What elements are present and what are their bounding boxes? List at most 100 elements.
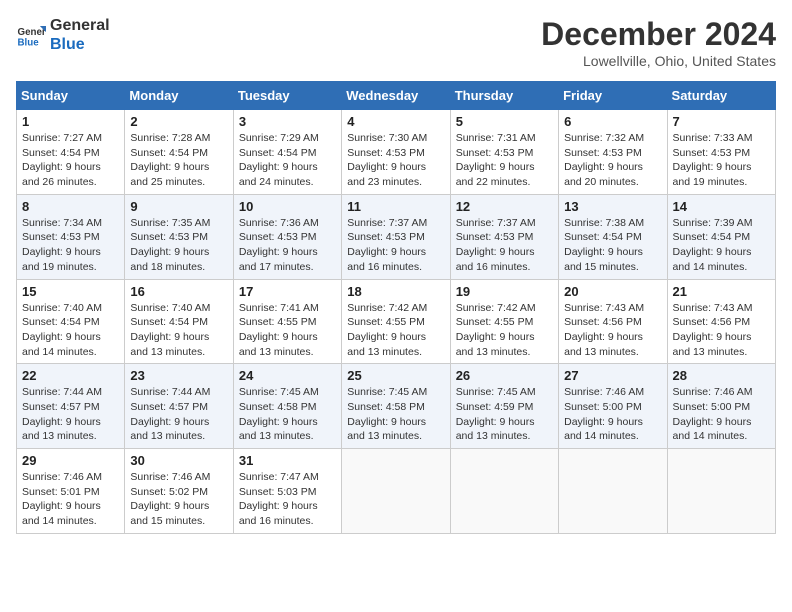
- daylight-label: Daylight: 9 hours and 16 minutes.: [456, 246, 535, 273]
- day-info: Sunrise: 7:47 AM Sunset: 5:03 PM Dayligh…: [239, 470, 336, 529]
- daylight-label: Daylight: 9 hours and 25 minutes.: [130, 161, 209, 188]
- sunrise-label: Sunrise: 7:47 AM: [239, 471, 319, 483]
- day-info: Sunrise: 7:42 AM Sunset: 4:55 PM Dayligh…: [456, 301, 553, 360]
- calendar-header-friday: Friday: [559, 82, 667, 110]
- sunrise-label: Sunrise: 7:44 AM: [130, 386, 210, 398]
- daylight-label: Daylight: 9 hours and 23 minutes.: [347, 161, 426, 188]
- calendar-header-monday: Monday: [125, 82, 233, 110]
- day-info: Sunrise: 7:29 AM Sunset: 4:54 PM Dayligh…: [239, 131, 336, 190]
- location-text: Lowellville, Ohio, United States: [541, 53, 776, 69]
- sunrise-label: Sunrise: 7:39 AM: [673, 217, 753, 229]
- page-header: General Blue General Blue December 2024 …: [16, 16, 776, 69]
- calendar-day-cell: 18 Sunrise: 7:42 AM Sunset: 4:55 PM Dayl…: [342, 279, 450, 364]
- day-info: Sunrise: 7:45 AM Sunset: 4:59 PM Dayligh…: [456, 385, 553, 444]
- calendar-week-row: 1 Sunrise: 7:27 AM Sunset: 4:54 PM Dayli…: [17, 110, 776, 195]
- day-info: Sunrise: 7:37 AM Sunset: 4:53 PM Dayligh…: [456, 216, 553, 275]
- sunrise-label: Sunrise: 7:37 AM: [347, 217, 427, 229]
- calendar-day-cell: 20 Sunrise: 7:43 AM Sunset: 4:56 PM Dayl…: [559, 279, 667, 364]
- day-info: Sunrise: 7:44 AM Sunset: 4:57 PM Dayligh…: [130, 385, 227, 444]
- logo-general-text: General: [50, 16, 110, 35]
- day-info: Sunrise: 7:35 AM Sunset: 4:53 PM Dayligh…: [130, 216, 227, 275]
- day-info: Sunrise: 7:46 AM Sunset: 5:00 PM Dayligh…: [673, 385, 770, 444]
- svg-text:Blue: Blue: [18, 38, 40, 49]
- sunset-label: Sunset: 4:54 PM: [564, 231, 642, 243]
- daylight-label: Daylight: 9 hours and 13 minutes.: [239, 331, 318, 358]
- day-number: 23: [130, 368, 227, 383]
- day-number: 24: [239, 368, 336, 383]
- sunrise-label: Sunrise: 7:42 AM: [347, 302, 427, 314]
- day-number: 18: [347, 284, 444, 299]
- day-info: Sunrise: 7:43 AM Sunset: 4:56 PM Dayligh…: [564, 301, 661, 360]
- day-number: 15: [22, 284, 119, 299]
- day-info: Sunrise: 7:40 AM Sunset: 4:54 PM Dayligh…: [130, 301, 227, 360]
- day-number: 12: [456, 199, 553, 214]
- daylight-label: Daylight: 9 hours and 15 minutes.: [564, 246, 643, 273]
- calendar-table: SundayMondayTuesdayWednesdayThursdayFrid…: [16, 81, 776, 534]
- sunset-label: Sunset: 4:54 PM: [673, 231, 751, 243]
- day-number: 16: [130, 284, 227, 299]
- calendar-day-cell: 16 Sunrise: 7:40 AM Sunset: 4:54 PM Dayl…: [125, 279, 233, 364]
- daylight-label: Daylight: 9 hours and 13 minutes.: [564, 331, 643, 358]
- logo-blue-text: Blue: [50, 35, 110, 54]
- daylight-label: Daylight: 9 hours and 14 minutes.: [564, 416, 643, 443]
- sunset-label: Sunset: 5:00 PM: [673, 401, 751, 413]
- calendar-day-cell: 24 Sunrise: 7:45 AM Sunset: 4:58 PM Dayl…: [233, 364, 341, 449]
- daylight-label: Daylight: 9 hours and 14 minutes.: [673, 416, 752, 443]
- day-number: 3: [239, 114, 336, 129]
- daylight-label: Daylight: 9 hours and 13 minutes.: [239, 416, 318, 443]
- calendar-day-cell: 15 Sunrise: 7:40 AM Sunset: 4:54 PM Dayl…: [17, 279, 125, 364]
- empty-cell: [667, 449, 775, 534]
- sunrise-label: Sunrise: 7:45 AM: [239, 386, 319, 398]
- day-info: Sunrise: 7:46 AM Sunset: 5:00 PM Dayligh…: [564, 385, 661, 444]
- empty-cell: [559, 449, 667, 534]
- day-info: Sunrise: 7:46 AM Sunset: 5:01 PM Dayligh…: [22, 470, 119, 529]
- day-number: 30: [130, 453, 227, 468]
- sunset-label: Sunset: 4:56 PM: [564, 316, 642, 328]
- calendar-header-wednesday: Wednesday: [342, 82, 450, 110]
- day-info: Sunrise: 7:43 AM Sunset: 4:56 PM Dayligh…: [673, 301, 770, 360]
- sunrise-label: Sunrise: 7:46 AM: [564, 386, 644, 398]
- daylight-label: Daylight: 9 hours and 24 minutes.: [239, 161, 318, 188]
- daylight-label: Daylight: 9 hours and 13 minutes.: [347, 331, 426, 358]
- day-info: Sunrise: 7:32 AM Sunset: 4:53 PM Dayligh…: [564, 131, 661, 190]
- sunset-label: Sunset: 4:53 PM: [347, 147, 425, 159]
- day-number: 9: [130, 199, 227, 214]
- calendar-day-cell: 23 Sunrise: 7:44 AM Sunset: 4:57 PM Dayl…: [125, 364, 233, 449]
- calendar-day-cell: 8 Sunrise: 7:34 AM Sunset: 4:53 PM Dayli…: [17, 194, 125, 279]
- sunrise-label: Sunrise: 7:44 AM: [22, 386, 102, 398]
- calendar-day-cell: 1 Sunrise: 7:27 AM Sunset: 4:54 PM Dayli…: [17, 110, 125, 195]
- sunrise-label: Sunrise: 7:40 AM: [22, 302, 102, 314]
- calendar-day-cell: 29 Sunrise: 7:46 AM Sunset: 5:01 PM Dayl…: [17, 449, 125, 534]
- empty-cell: [450, 449, 558, 534]
- empty-cell: [342, 449, 450, 534]
- sunset-label: Sunset: 4:53 PM: [130, 231, 208, 243]
- daylight-label: Daylight: 9 hours and 13 minutes.: [347, 416, 426, 443]
- sunrise-label: Sunrise: 7:46 AM: [673, 386, 753, 398]
- day-info: Sunrise: 7:33 AM Sunset: 4:53 PM Dayligh…: [673, 131, 770, 190]
- calendar-day-cell: 31 Sunrise: 7:47 AM Sunset: 5:03 PM Dayl…: [233, 449, 341, 534]
- calendar-header-sunday: Sunday: [17, 82, 125, 110]
- daylight-label: Daylight: 9 hours and 13 minutes.: [130, 416, 209, 443]
- day-number: 31: [239, 453, 336, 468]
- sunset-label: Sunset: 4:54 PM: [130, 147, 208, 159]
- calendar-day-cell: 3 Sunrise: 7:29 AM Sunset: 4:54 PM Dayli…: [233, 110, 341, 195]
- calendar-day-cell: 11 Sunrise: 7:37 AM Sunset: 4:53 PM Dayl…: [342, 194, 450, 279]
- sunrise-label: Sunrise: 7:35 AM: [130, 217, 210, 229]
- sunrise-label: Sunrise: 7:34 AM: [22, 217, 102, 229]
- daylight-label: Daylight: 9 hours and 13 minutes.: [130, 331, 209, 358]
- day-info: Sunrise: 7:27 AM Sunset: 4:54 PM Dayligh…: [22, 131, 119, 190]
- day-number: 8: [22, 199, 119, 214]
- calendar-week-row: 22 Sunrise: 7:44 AM Sunset: 4:57 PM Dayl…: [17, 364, 776, 449]
- sunrise-label: Sunrise: 7:46 AM: [130, 471, 210, 483]
- day-info: Sunrise: 7:41 AM Sunset: 4:55 PM Dayligh…: [239, 301, 336, 360]
- calendar-day-cell: 21 Sunrise: 7:43 AM Sunset: 4:56 PM Dayl…: [667, 279, 775, 364]
- calendar-header-saturday: Saturday: [667, 82, 775, 110]
- day-number: 29: [22, 453, 119, 468]
- logo: General Blue General Blue: [16, 16, 110, 54]
- calendar-day-cell: 10 Sunrise: 7:36 AM Sunset: 4:53 PM Dayl…: [233, 194, 341, 279]
- sunrise-label: Sunrise: 7:45 AM: [347, 386, 427, 398]
- calendar-day-cell: 7 Sunrise: 7:33 AM Sunset: 4:53 PM Dayli…: [667, 110, 775, 195]
- calendar-week-row: 15 Sunrise: 7:40 AM Sunset: 4:54 PM Dayl…: [17, 279, 776, 364]
- day-info: Sunrise: 7:44 AM Sunset: 4:57 PM Dayligh…: [22, 385, 119, 444]
- sunset-label: Sunset: 4:58 PM: [239, 401, 317, 413]
